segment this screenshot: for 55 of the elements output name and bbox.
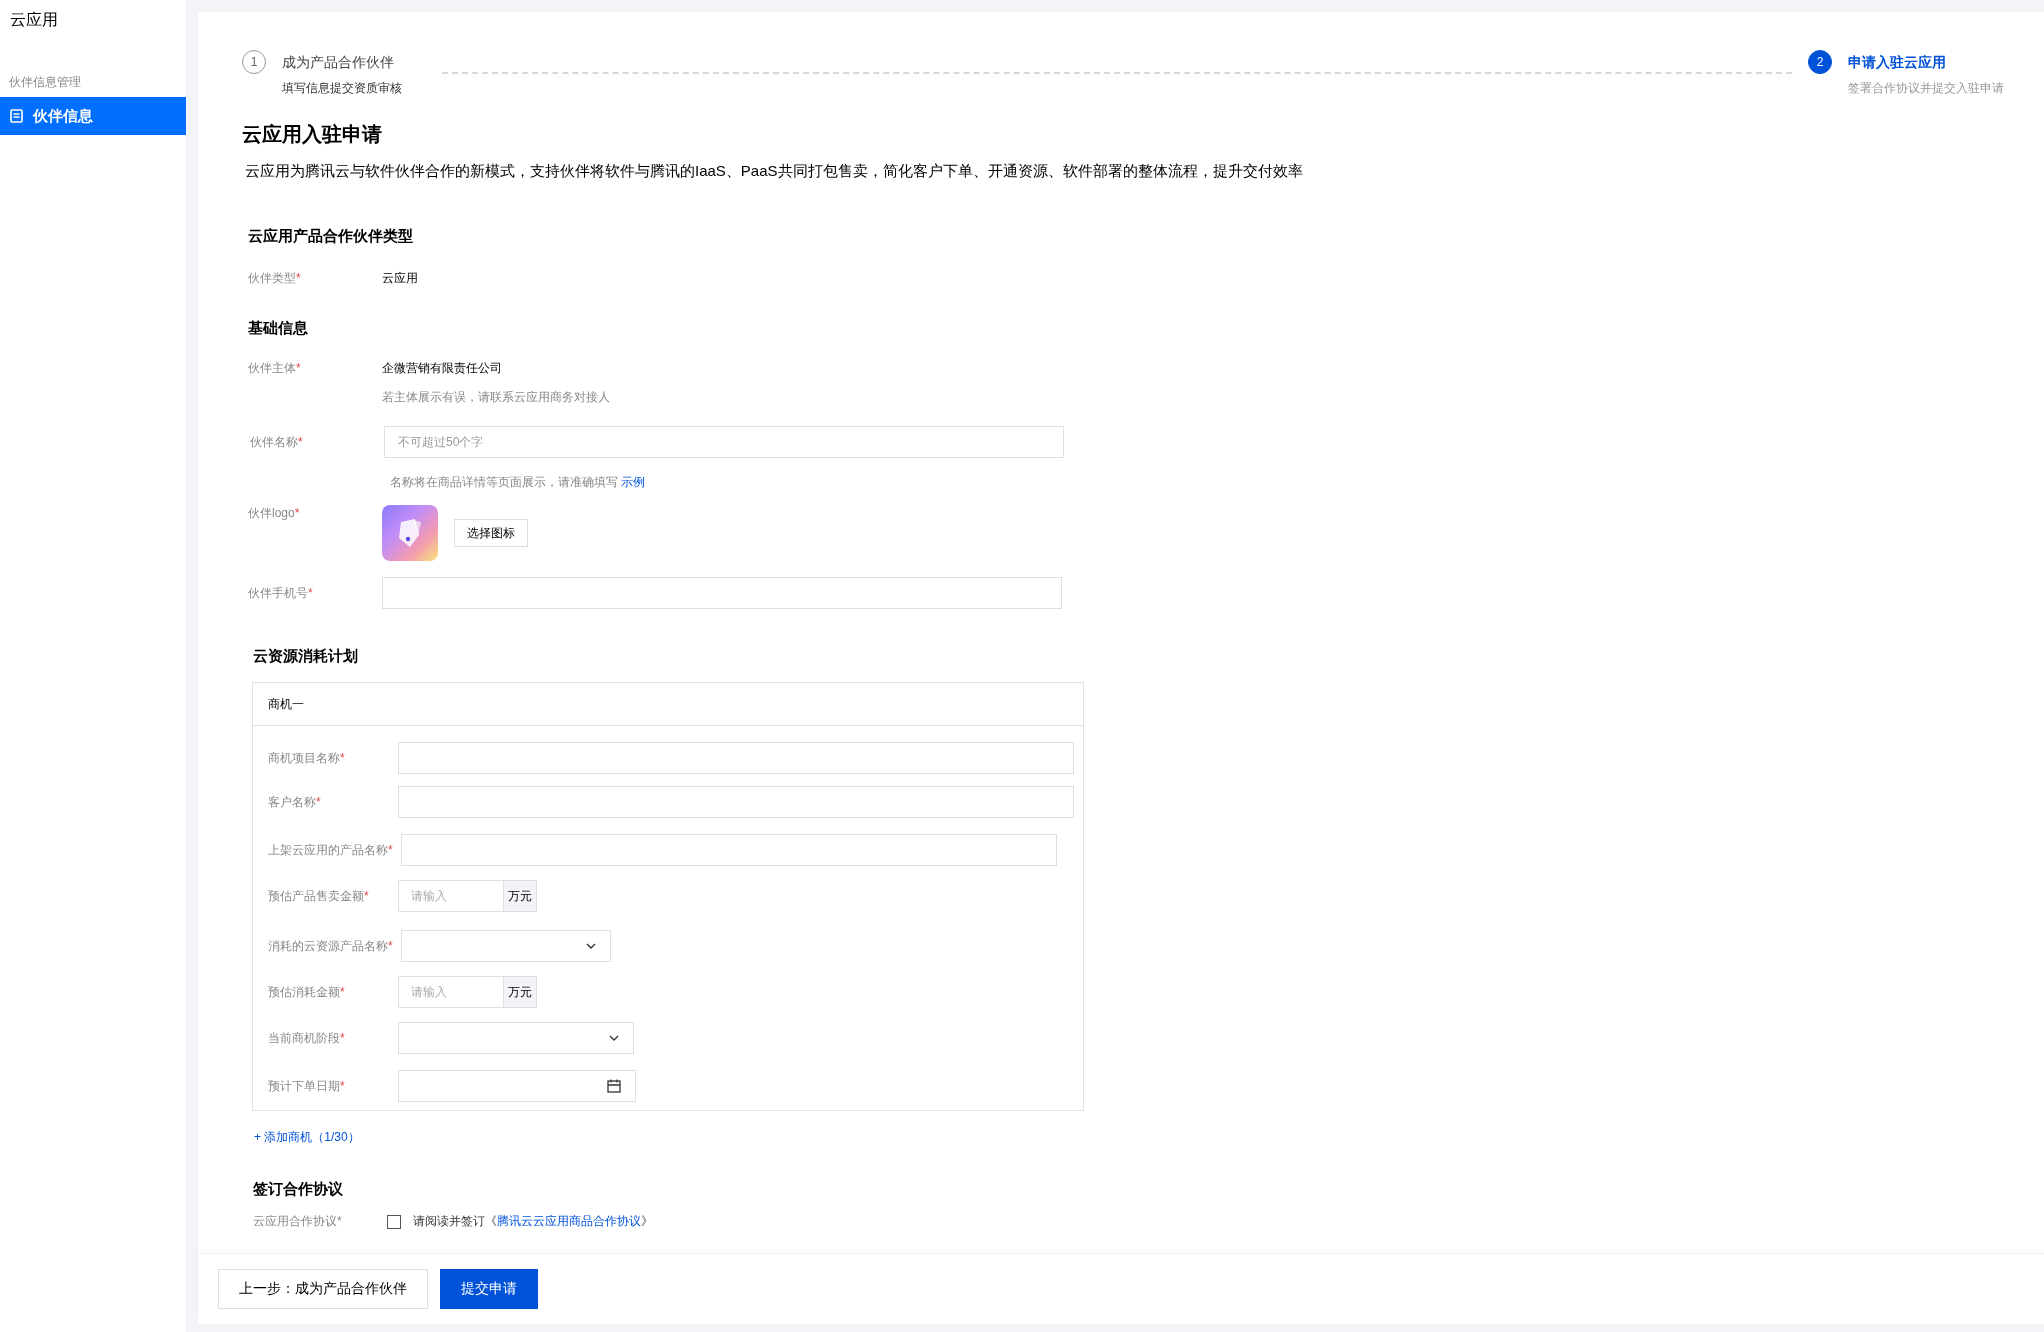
text-input[interactable]: 不可超过50个字 (384, 426, 1064, 458)
field-value: 云应用 (382, 270, 418, 287)
panel-title: 商机一 (253, 683, 1083, 726)
step-item: 2 申请入驻云应用 签署合作协议并提交入驻申请 (1808, 50, 2004, 97)
field-label: 预计下单日期* (268, 1077, 346, 1095)
app-title: 云应用 (9, 10, 59, 30)
field-label: 预估产品售卖金额* (268, 887, 370, 905)
text-input[interactable] (398, 786, 1074, 818)
unit-label: 万元 (504, 880, 537, 912)
field-label: 上架云应用的产品名称* (268, 841, 393, 859)
page-title: 云应用入驻申请 (242, 122, 383, 147)
hint-text: 名称将在商品详情等页面展示，请准确填写 示例 (390, 474, 647, 491)
agreement-link[interactable]: 腾讯云云应用商品合作协议 (497, 1214, 641, 1228)
submit-button[interactable]: 提交申请 (440, 1269, 538, 1309)
field-value: 企微营销有限责任公司 (382, 360, 502, 377)
add-opportunity-link[interactable]: + 添加商机（1/30） (254, 1129, 360, 1146)
dropdown-select[interactable] (400, 930, 611, 962)
amount-input[interactable]: 请输入 (398, 880, 504, 912)
page-description: 云应用为腾讯云与软件伙伴合作的新模式，支持伙伴将软件与腾讯的IaaS、PaaS共同打包售卖，简化客户下单、开通资源、软件部署的整体流程，提升交付效率 (245, 162, 1304, 181)
section-heading: 基础信息 (248, 319, 309, 338)
text-input[interactable] (398, 742, 1074, 774)
example-link[interactable]: 示例 (621, 475, 646, 489)
calendar-icon (607, 1079, 621, 1093)
section-heading: 云资源消耗计划 (253, 647, 359, 666)
field-label: 伙伴logo* (248, 505, 301, 522)
menu-group-label: 伙伴信息管理 (8, 74, 82, 91)
field-label: 云应用合作协议* (253, 1213, 343, 1230)
partner-logo-image (382, 505, 438, 561)
text-input[interactable] (382, 577, 1062, 609)
document-icon (10, 109, 23, 123)
sidebar-item[interactable]: 伙伴信息 (0, 97, 186, 135)
amount-input[interactable]: 请输入 (398, 976, 504, 1008)
field-label: 伙伴名称* (250, 433, 304, 451)
field-label: 当前商机阶段* (268, 1029, 346, 1047)
agreement-text: 请阅读并签订《腾讯云云应用商品合作协议》 (413, 1213, 653, 1230)
date-picker[interactable] (398, 1070, 636, 1102)
chevron-down-icon (585, 943, 596, 949)
text-input[interactable] (400, 834, 1057, 866)
dropdown-select[interactable] (398, 1022, 634, 1054)
field-label: 伙伴主体* (248, 360, 302, 377)
section-heading: 签订合作协议 (253, 1180, 344, 1199)
unit-label: 万元 (504, 976, 537, 1008)
hint-text: 若主体展示有误，请联系云应用商务对接人 (382, 389, 611, 406)
chevron-down-icon (609, 1035, 619, 1041)
section-heading: 云应用产品合作伙伴类型 (248, 227, 414, 246)
field-label: 商机项目名称* (268, 749, 346, 767)
field-label: 伙伴手机号* (248, 584, 314, 602)
agreement-checkbox[interactable] (387, 1214, 401, 1229)
field-label: 客户名称* (268, 793, 322, 811)
field-label: 伙伴类型* (248, 270, 302, 287)
previous-step-button[interactable]: 上一步：成为产品合作伙伴 (218, 1269, 428, 1309)
field-label: 消耗的云资源产品名称* (268, 937, 393, 955)
step-item: 1 成为产品合作伙伴 填写信息提交资质审核 (242, 50, 402, 97)
choose-icon-button[interactable]: 选择图标 (454, 519, 528, 547)
field-label: 预估消耗金额* (268, 983, 346, 1001)
